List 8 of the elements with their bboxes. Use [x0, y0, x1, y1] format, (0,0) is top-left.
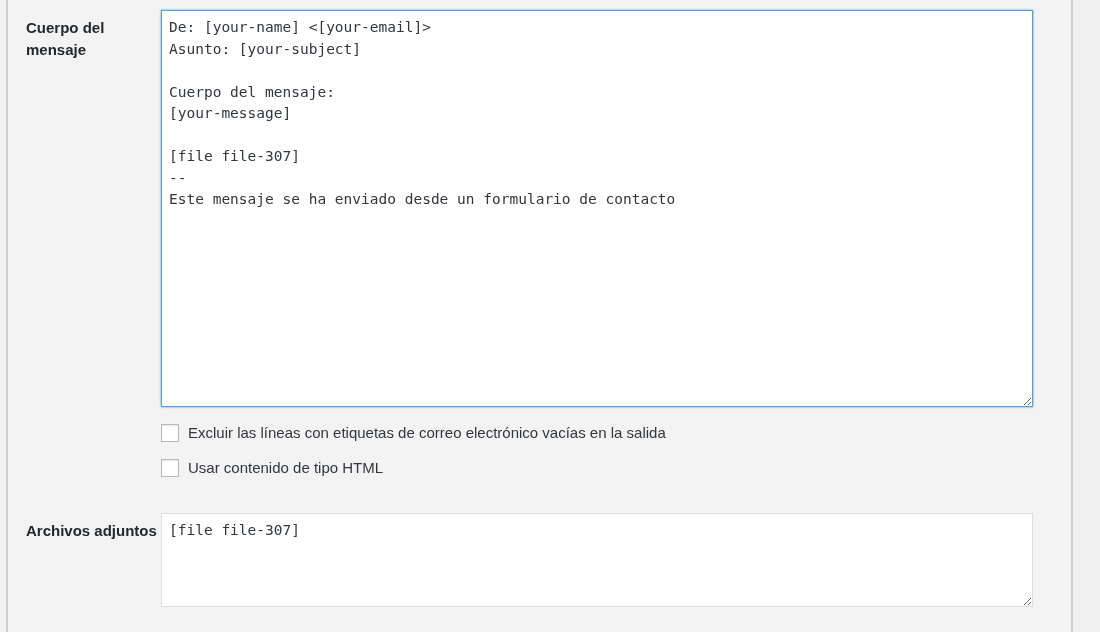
checkbox[interactable] [161, 424, 179, 443]
checkbox-label: Usar contenido de tipo HTML [188, 457, 384, 478]
text-area[interactable]: De: [your-name] <[your-email]> Asunto: [your-subject] Cuerpo del mensaje: [your-message] [file file-307] -- Este mensaje se ha enviado desde un formulario de contacto [161, 10, 1033, 407]
field-label: Cuerpo del mensaje [25, 18, 106, 60]
field-label: Archivos adjuntos [25, 521, 158, 541]
checkbox[interactable] [161, 458, 179, 477]
text-area[interactable]: [file file-307] [161, 513, 1033, 607]
checkbox-label: Excluir las líneas con etiquetas de correo electrónico vacías en la salida [188, 423, 666, 443]
